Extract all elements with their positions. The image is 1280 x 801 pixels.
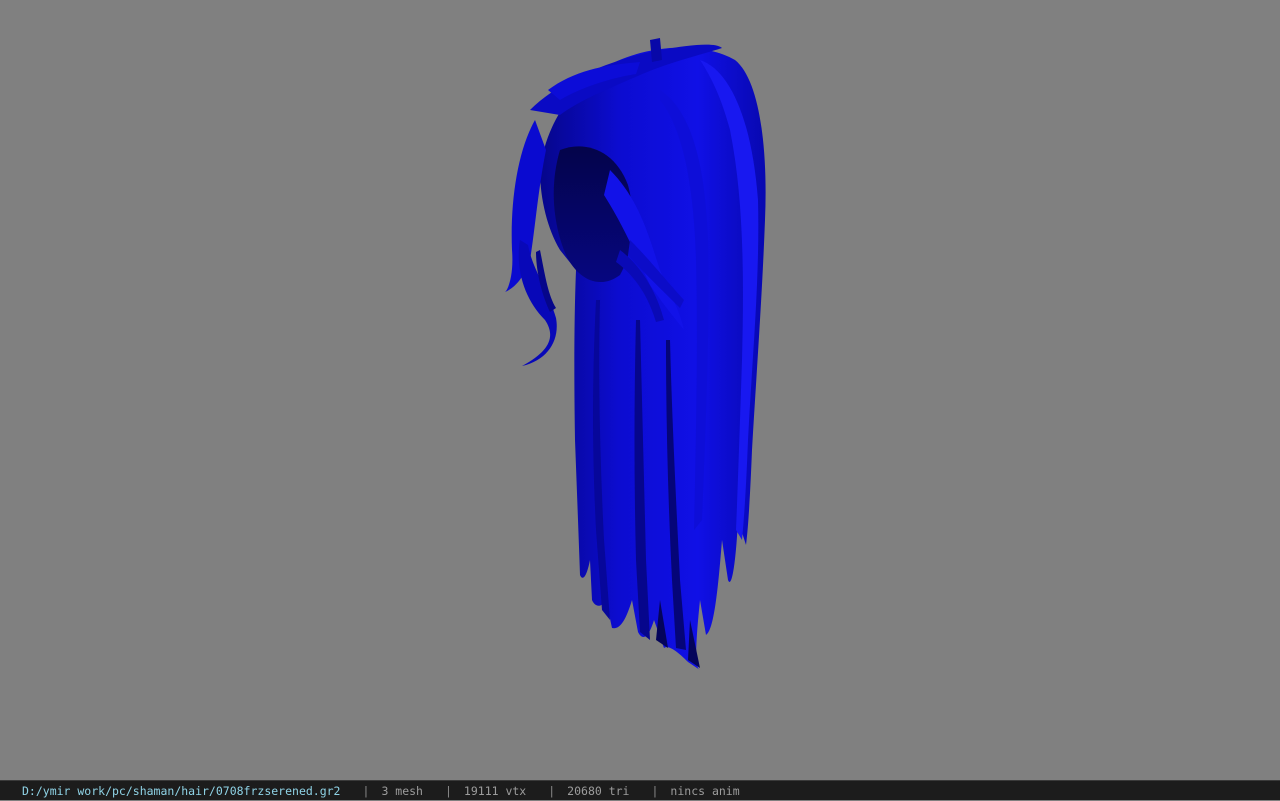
mesh-count-label: 3 mesh: [381, 783, 423, 798]
separator: |: [444, 783, 452, 798]
separator: |: [651, 783, 659, 798]
3d-viewport[interactable]: [0, 0, 1280, 780]
hair-back-mass: [540, 47, 766, 670]
animation-status-label: nincs anim: [670, 783, 740, 798]
triangle-count-label: 20680 tri: [567, 783, 630, 798]
file-path-label: D:/ymir work/pc/shaman/hair/0708frzseren…: [22, 783, 341, 798]
vertex-count-label: 19111 vtx: [463, 783, 527, 798]
status-bar: D:/ymir work/pc/shaman/hair/0708frzseren…: [0, 780, 1280, 800]
hair-model-render: [505, 38, 766, 670]
separator: |: [362, 783, 370, 798]
separator: |: [548, 783, 556, 798]
